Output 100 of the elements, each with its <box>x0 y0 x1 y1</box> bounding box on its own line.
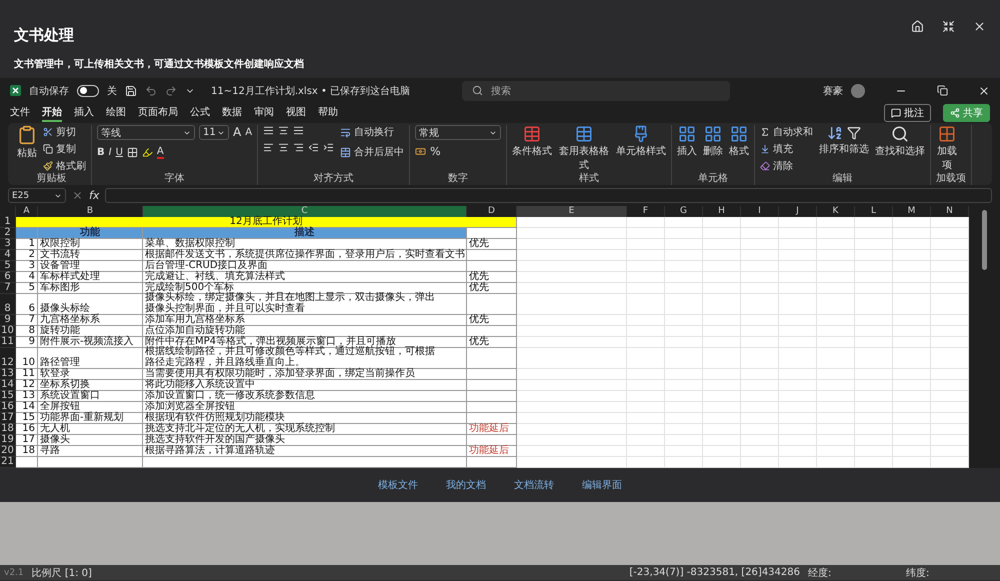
empty-cell <box>665 435 703 446</box>
formula-input[interactable] <box>105 188 992 203</box>
column-header[interactable]: C <box>143 206 467 217</box>
merge-center-button[interactable]: 合并后居中 <box>340 145 404 159</box>
menu-tab[interactable]: 文件 <box>10 104 30 122</box>
empty-cell <box>741 424 779 436</box>
format-painter-button[interactable]: 格式刷 <box>43 159 86 173</box>
empty-cell <box>741 337 779 348</box>
column-header[interactable]: N <box>931 206 969 217</box>
table-cell: 后台管理-CRUD接口及界面 <box>143 261 467 272</box>
font-style-button[interactable]: B <box>97 147 105 158</box>
empty-cell <box>817 337 855 348</box>
menu-tab[interactable]: 绘图 <box>106 104 126 122</box>
column-header[interactable]: E <box>517 206 627 217</box>
empty-cell <box>467 380 517 392</box>
table-cell: 优先 <box>467 239 517 250</box>
menu-tab[interactable]: 页面布局 <box>138 104 178 122</box>
column-header[interactable]: H <box>703 206 741 217</box>
share-button[interactable]: 共享 <box>943 104 990 122</box>
column-header[interactable]: K <box>817 206 855 217</box>
empty-cell <box>817 315 855 326</box>
column-header[interactable]: L <box>855 206 893 217</box>
menu-tab[interactable]: 公式 <box>190 104 210 122</box>
font-style-button[interactable]: U <box>116 147 123 158</box>
empty-cell <box>893 261 931 272</box>
font-color-button[interactable]: A <box>156 146 164 159</box>
empty-cell <box>855 315 893 326</box>
table-cell: 16 <box>16 424 38 436</box>
empty-cell <box>665 217 703 228</box>
conditional-format-button[interactable]: 条件格式 <box>512 125 552 158</box>
empty-cell <box>779 391 817 402</box>
empty-cell <box>627 326 665 338</box>
scrollbar-thumb[interactable] <box>982 210 987 270</box>
fill-button[interactable]: 填充 <box>760 142 814 156</box>
align-bottom-icon <box>293 125 304 136</box>
column-header[interactable]: A <box>16 206 38 217</box>
nav-link[interactable]: 文档流转 <box>514 478 554 492</box>
menu-tab[interactable]: 帮助 <box>318 104 338 122</box>
number-format-field[interactable]: 常规 <box>415 125 502 140</box>
title-cell: 12月底工作计划 <box>16 217 517 228</box>
nav-link[interactable]: 编辑界面 <box>582 478 622 492</box>
empty-cell <box>893 380 931 392</box>
table-format-button[interactable]: 套用表格格式 <box>558 125 610 172</box>
column-header[interactable]: G <box>665 206 703 217</box>
nav-link[interactable]: 我的文档 <box>446 478 486 492</box>
empty-cell <box>627 446 665 458</box>
menu-tab[interactable]: 视图 <box>286 104 306 122</box>
font-size-field[interactable]: 11 <box>199 125 229 140</box>
empty-cell <box>741 239 779 250</box>
paste-button[interactable]: 粘贴 <box>17 125 37 160</box>
table-cell: 寻路 <box>38 446 143 458</box>
wrap-text-button[interactable]: 自动换行 <box>340 125 404 139</box>
insert-button[interactable]: 插入 <box>677 125 698 158</box>
grow-font-button[interactable]: A <box>233 127 242 138</box>
format-button[interactable]: 格式 <box>729 125 750 158</box>
percent-button[interactable]: % <box>430 146 441 157</box>
home-icon[interactable] <box>911 20 924 33</box>
autosave-toggle[interactable] <box>77 84 99 96</box>
cell-styles-button[interactable]: 单元格样式 <box>616 125 666 158</box>
empty-cell <box>741 391 779 402</box>
name-box[interactable]: E25 <box>8 188 66 203</box>
empty-cell <box>467 402 517 414</box>
column-header[interactable]: M <box>893 206 931 217</box>
cut-button[interactable]: 剪切 <box>43 125 86 139</box>
empty-cell <box>467 294 517 316</box>
font-name-field[interactable]: 等线 <box>97 125 195 140</box>
nav-link[interactable]: 模板文件 <box>378 478 418 492</box>
copy-button[interactable]: 复制 <box>43 142 86 156</box>
empty-cell <box>665 294 703 316</box>
empty-cell <box>703 326 741 338</box>
shrink-icon[interactable] <box>942 20 955 33</box>
menu-tab[interactable]: 插入 <box>74 104 94 122</box>
search-field[interactable]: 搜索 <box>462 80 730 100</box>
menu-tab[interactable]: 数据 <box>222 104 242 122</box>
empty-cell <box>741 315 779 326</box>
empty-cell <box>741 283 779 294</box>
row-number: 20 <box>0 446 16 458</box>
menu-tab[interactable]: 审阅 <box>254 104 274 122</box>
sort-filter-button[interactable]: 排序和筛选 <box>819 125 870 156</box>
comment-button[interactable]: 批注 <box>884 104 931 122</box>
column-header[interactable]: B <box>38 206 143 217</box>
function-button[interactable]: fx <box>89 190 100 201</box>
clear-button[interactable]: 清除 <box>760 159 814 173</box>
close-icon[interactable] <box>973 20 986 33</box>
file-name: 11~12月工作计划.xlsx • 已保存到这台电脑 <box>211 84 410 98</box>
align-center-icon <box>278 142 290 153</box>
font-style-button[interactable]: I <box>108 147 112 158</box>
autosum-button[interactable]: 自动求和 <box>760 125 814 139</box>
addins-button[interactable]: 加载项 <box>936 125 958 172</box>
find-select-button[interactable]: 查找和选择 <box>875 125 926 158</box>
shrink-font-button[interactable]: A <box>245 127 252 138</box>
empty-cell <box>817 217 855 228</box>
empty-cell <box>741 228 779 239</box>
column-header[interactable]: I <box>741 206 779 217</box>
table-cell: 17 <box>16 435 38 446</box>
column-header[interactable]: J <box>779 206 817 217</box>
column-header[interactable]: F <box>627 206 665 217</box>
group-label: 加载项 <box>936 173 966 185</box>
delete-button[interactable]: 删除 <box>703 125 724 158</box>
column-header[interactable]: D <box>467 206 517 217</box>
